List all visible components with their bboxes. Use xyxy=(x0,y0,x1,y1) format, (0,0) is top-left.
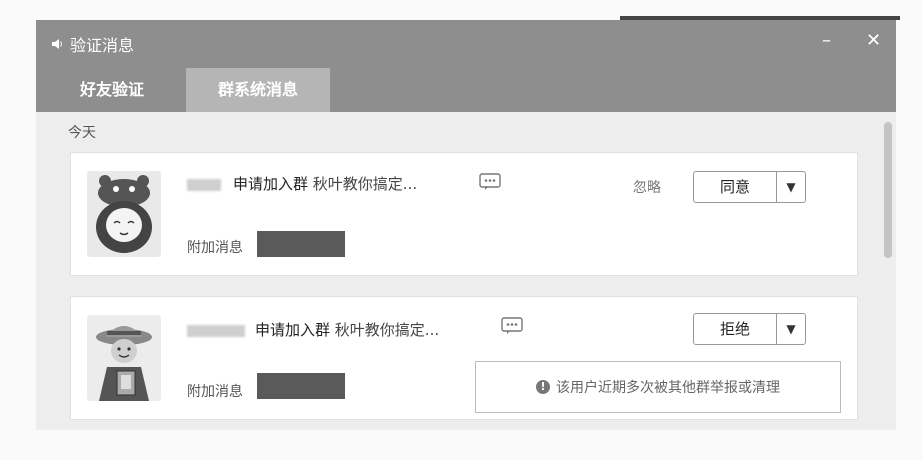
date-header: 今天 xyxy=(68,125,96,141)
window-title-text: 验证消息 xyxy=(70,36,135,55)
title-bar: 验证消息 – ✕ 好友验证 群系统消息 xyxy=(36,20,896,112)
message-list: 今天 申请加入群 秋叶教你搞定... 忽略 同意 ▼ 附加消息 申请加入群 秋叶… xyxy=(36,112,896,430)
warning-icon: ! xyxy=(536,380,550,394)
reject-button[interactable]: 拒绝 xyxy=(694,314,777,344)
request-card: 申请加入群 秋叶教你搞定... 拒绝 ▼ 附加消息 ! 该用户近期多次被其他群举… xyxy=(70,296,858,420)
redacted-message xyxy=(257,231,345,257)
blurred-username xyxy=(187,179,221,191)
window-title: 验证消息 xyxy=(52,32,134,56)
extra-message-label: 附加消息 xyxy=(187,240,243,256)
request-action: 申请加入群 xyxy=(255,321,331,339)
request-card: 申请加入群 秋叶教你搞定... 忽略 同意 ▼ 附加消息 xyxy=(70,152,858,276)
group-name[interactable]: 秋叶教你搞定... xyxy=(335,321,439,339)
warning-text: 该用户近期多次被其他群举报或清理 xyxy=(556,380,780,396)
tab-friend-verify[interactable]: 好友验证 xyxy=(58,68,166,112)
verification-window: 验证消息 – ✕ 好友验证 群系统消息 今天 申请加入群 秋叶教你搞定... 忽… xyxy=(36,20,896,430)
tab-bar: 好友验证 群系统消息 xyxy=(58,68,331,112)
chat-bubble-icon[interactable] xyxy=(501,317,523,335)
report-warning: ! 该用户近期多次被其他群举报或清理 xyxy=(475,361,841,413)
redacted-message xyxy=(257,373,345,399)
speaker-icon xyxy=(52,39,62,49)
straw-hat-avatar-icon[interactable] xyxy=(87,315,161,401)
ignore-button[interactable]: 忽略 xyxy=(633,177,661,197)
agree-split-button: 同意 ▼ xyxy=(693,171,806,203)
chevron-down-icon[interactable]: ▼ xyxy=(777,172,805,202)
extra-message-label: 附加消息 xyxy=(187,384,243,400)
scrollbar-thumb[interactable] xyxy=(884,122,892,258)
minimize-button[interactable]: – xyxy=(822,30,831,51)
crab-hat-avatar-icon[interactable] xyxy=(87,171,161,257)
chevron-down-icon[interactable]: ▼ xyxy=(777,314,805,344)
request-text: 申请加入群 秋叶教你搞定... xyxy=(233,173,417,194)
request-action: 申请加入群 xyxy=(233,175,309,193)
chat-bubble-icon[interactable] xyxy=(479,173,501,191)
reject-split-button: 拒绝 ▼ xyxy=(693,313,806,345)
tab-group-system-messages[interactable]: 群系统消息 xyxy=(186,68,331,112)
blurred-username xyxy=(187,325,245,337)
group-name[interactable]: 秋叶教你搞定... xyxy=(313,175,417,193)
close-button[interactable]: ✕ xyxy=(866,30,881,51)
agree-button[interactable]: 同意 xyxy=(694,172,777,202)
request-text: 申请加入群 秋叶教你搞定... xyxy=(255,319,439,340)
